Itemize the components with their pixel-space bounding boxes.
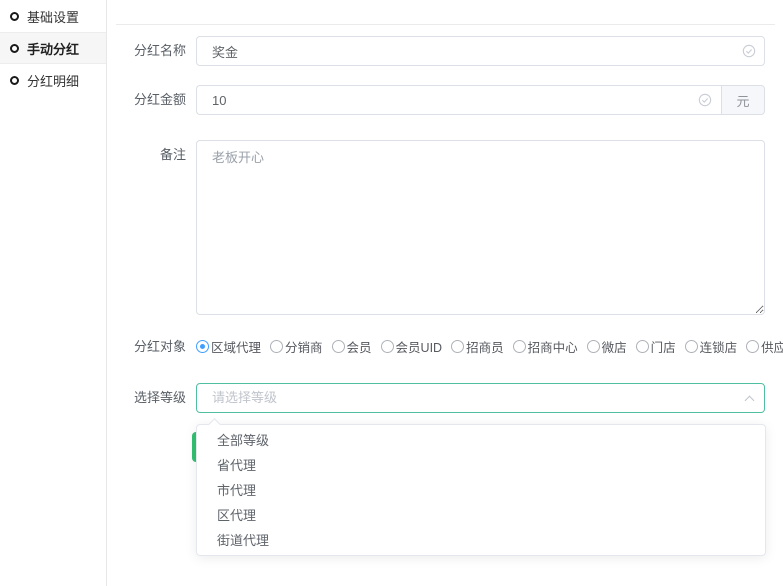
dropdown-option[interactable]: 市代理: [197, 478, 765, 503]
circle-check-icon: [698, 93, 712, 107]
dropdown-option[interactable]: 全部等级: [197, 428, 765, 453]
sidebar-item[interactable]: 手动分红: [0, 32, 106, 64]
radio-option-label: 区域代理: [211, 337, 261, 356]
radio-option-label: 连锁店: [700, 337, 738, 356]
radio-icon: [270, 340, 283, 353]
dividend-target-label: 分红对象: [108, 338, 186, 356]
radio-option-label: 分销商: [285, 337, 323, 356]
radio-icon: [332, 340, 345, 353]
circle-bullet-icon: [10, 44, 19, 53]
sidebar-item[interactable]: 分红明细: [0, 64, 106, 96]
remark-label: 备注: [108, 140, 186, 170]
manual-dividend-page: 基础设置 手动分红 分红明细 分红名称 分红金额: [0, 0, 783, 586]
radio-option[interactable]: 微店: [587, 337, 627, 356]
chevron-up-icon: [745, 396, 755, 406]
radio-option[interactable]: 会员: [332, 337, 372, 356]
radio-option[interactable]: 招商员: [451, 337, 504, 356]
radio-icon: [381, 340, 394, 353]
dividend-name-input-wrap: [196, 36, 765, 66]
radio-option-label: 招商中心: [528, 337, 578, 356]
sidebar: 基础设置 手动分红 分红明细: [0, 0, 107, 586]
dropdown-option[interactable]: 省代理: [197, 453, 765, 478]
radio-option-label: 会员: [347, 337, 372, 356]
radio-option[interactable]: 招商中心: [513, 337, 578, 356]
dividend-name-label: 分红名称: [108, 36, 186, 66]
radio-option-label: 微店: [602, 337, 627, 356]
radio-icon: [451, 340, 464, 353]
level-select-label: 选择等级: [108, 383, 186, 413]
radio-option[interactable]: 会员UID: [381, 337, 443, 356]
radio-option[interactable]: 供应商: [746, 337, 783, 356]
circle-bullet-icon: [10, 12, 19, 21]
radio-icon: [685, 340, 698, 353]
radio-option[interactable]: 分销商: [270, 337, 323, 356]
radio-option-label: 会员UID: [396, 337, 443, 356]
sidebar-item-label: 基础设置: [27, 7, 79, 26]
radio-icon: [746, 340, 759, 353]
sidebar-item-label: 手动分红: [27, 39, 79, 58]
dropdown-option[interactable]: 区代理: [197, 503, 765, 528]
dividend-target-radio-group: 区域代理 分销商 会员 会员UID 招商员 招商中心: [196, 337, 783, 356]
dividend-amount-label: 分红金额: [108, 85, 186, 115]
radio-option-label: 招商员: [466, 337, 504, 356]
circle-check-icon: [742, 44, 756, 58]
remark-textarea[interactable]: 老板开心: [196, 140, 765, 315]
unit-suffix: 元: [721, 85, 765, 115]
radio-icon: [196, 340, 209, 353]
sidebar-item-label: 分红明细: [27, 71, 79, 90]
sidebar-item[interactable]: 基础设置: [0, 0, 106, 32]
dividend-amount-group: 元: [196, 85, 765, 115]
radio-option-label: 门店: [651, 337, 676, 356]
radio-option[interactable]: 区域代理: [196, 337, 261, 356]
level-dropdown: 全部等级省代理市代理区代理街道代理: [196, 424, 766, 556]
level-select-placeholder: 请选择等级: [212, 384, 277, 412]
dropdown-option[interactable]: 街道代理: [197, 528, 765, 553]
circle-bullet-icon: [10, 76, 19, 85]
top-divider: [116, 24, 775, 25]
radio-icon: [636, 340, 649, 353]
radio-icon: [587, 340, 600, 353]
radio-option[interactable]: 门店: [636, 337, 676, 356]
radio-option[interactable]: 连锁店: [685, 337, 738, 356]
dividend-amount-input[interactable]: [196, 85, 721, 115]
radio-option-label: 供应商: [761, 337, 783, 356]
main-content: 分红名称 分红金额 元 备注 老板开心 分红对象: [108, 0, 783, 586]
dividend-name-input[interactable]: [196, 36, 765, 66]
level-select[interactable]: 请选择等级: [196, 383, 765, 413]
radio-icon: [513, 340, 526, 353]
